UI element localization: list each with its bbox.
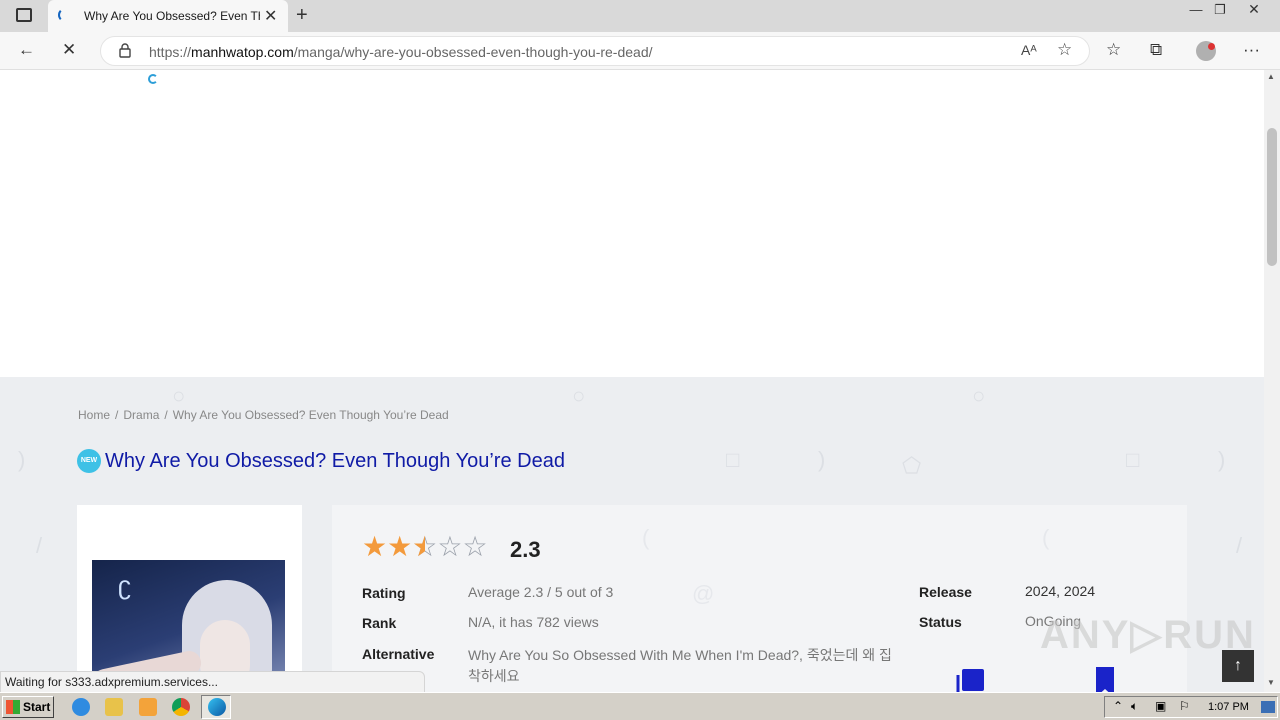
breadcrumb-separator: / — [115, 408, 119, 422]
url-text[interactable]: https://manhwatop.com/manga/why-are-you-… — [149, 44, 653, 60]
breadcrumb: Home / Drama / Why Are You Obsessed? Even Th… — [78, 408, 449, 422]
profile-avatar[interactable] — [1196, 41, 1216, 61]
decor-circle-icon: ○ — [972, 383, 986, 408]
star-filled-icon[interactable]: ★ — [362, 531, 387, 562]
breadcrumb-genre[interactable]: Drama — [123, 408, 159, 422]
action-center-flag-icon[interactable]: ⚐ — [1179, 699, 1190, 713]
add-favorite-icon[interactable]: ☆ — [1057, 40, 1072, 60]
back-to-top-button[interactable]: ↑ — [1222, 650, 1254, 682]
rank-label: Rank — [362, 615, 397, 631]
taskbar-clock[interactable]: 1:07 PM — [1208, 701, 1249, 713]
decor-circle-icon: ○ — [172, 383, 186, 408]
star-empty-icon[interactable]: ☆ — [437, 531, 462, 562]
title-row: NEW Why Are You Obsessed? Even Though You… — [77, 449, 565, 473]
release-label: Release — [919, 584, 972, 600]
star-half-icon[interactable]: ☆★ — [412, 530, 437, 563]
show-desktop-icon[interactable] — [1261, 701, 1275, 713]
tab-close-icon[interactable]: ✕ — [264, 6, 277, 26]
alternative-value-line1: Why Are You So Obsessed With Me When I'm… — [468, 647, 892, 663]
new-badge: NEW — [77, 449, 101, 473]
page-title: Why Are You Obsessed? Even Though You’re… — [105, 449, 565, 472]
decor-arc-icon: ) — [18, 447, 26, 472]
close-window-button[interactable]: ✕ — [1244, 1, 1264, 18]
chrome-icon[interactable] — [172, 698, 190, 716]
minimize-button[interactable]: — — [1186, 2, 1206, 17]
rating-value: Average 2.3 / 5 out of 3 — [468, 584, 614, 600]
tray-expand-icon[interactable]: ⌃ — [1113, 699, 1123, 713]
url-path: /manga/why-are-you-obsessed-even-though-… — [293, 44, 653, 60]
decor-circle-icon: ○ — [572, 383, 586, 408]
address-bar[interactable]: https://manhwatop.com/manga/why-are-you-… — [100, 36, 1090, 66]
read-first-chapter-icon[interactable] — [956, 667, 986, 692]
decor-square-icon: □ — [1126, 447, 1140, 472]
tab-strip: Why Are You Obsessed? Even Tho ✕ + — ❐ ✕ — [0, 0, 1280, 32]
page-scrollbar[interactable]: ▲ ▼ — [1264, 70, 1280, 692]
volume-icon[interactable]: 🔈︎ — [1131, 699, 1138, 714]
decor-spiral-icon: @ — [692, 581, 715, 606]
system-tray: ⌃ 🔈︎ ▣ ⚐ — [1104, 696, 1278, 718]
star-empty-icon[interactable]: ☆ — [462, 531, 487, 562]
url-prefix: https:// — [149, 44, 192, 60]
release-value[interactable]: 2024, 2024 — [1025, 583, 1095, 599]
status-label: Status — [919, 614, 962, 630]
network-icon[interactable]: ▣ — [1155, 699, 1166, 713]
read-aloud-icon[interactable]: Aᴬ — [1021, 42, 1037, 58]
scrollbar-thumb[interactable] — [1267, 128, 1277, 266]
ad-loading-spinner-icon — [148, 74, 158, 84]
profile-notification-dot — [1208, 43, 1215, 50]
lock-icon[interactable] — [119, 43, 131, 58]
back-arrow-icon[interactable]: ← — [18, 40, 35, 60]
stop-loading-icon[interactable]: ✕ — [62, 40, 76, 60]
rank-value: N/A, it has 782 views — [468, 614, 599, 630]
decor-arc-icon: ( — [642, 525, 650, 550]
media-player-icon[interactable] — [139, 698, 157, 716]
bookmark-icon[interactable] — [1096, 667, 1114, 692]
breadcrumb-separator: / — [164, 408, 168, 422]
rating-stars[interactable]: ★★☆★☆☆ — [362, 530, 488, 563]
page-viewport: ○ ○ ○ ) ) ) □ □ ⬠ / / Home / Drama / Why Are… — [0, 70, 1264, 692]
rating-label: Rating — [362, 585, 406, 601]
favorites-icon[interactable]: ☆ — [1106, 40, 1121, 60]
decor-square-icon: □ — [726, 447, 740, 472]
star-filled-icon[interactable]: ★ — [387, 531, 412, 562]
loading-icon — [58, 8, 72, 22]
edge-icon — [208, 698, 226, 716]
decor-slash-icon: / — [36, 533, 43, 558]
windows-logo-icon — [6, 700, 20, 714]
file-explorer-icon[interactable] — [105, 698, 123, 716]
tab-actions-icon[interactable] — [16, 8, 32, 22]
more-menu-icon[interactable]: ··· — [1243, 40, 1260, 60]
status-bar: Waiting for s333.adxpremium.services... — [0, 671, 425, 693]
alternative-label: Alternative — [362, 646, 435, 662]
new-tab-button[interactable]: + — [296, 4, 308, 27]
start-label: Start — [23, 700, 51, 714]
breadcrumb-home[interactable]: Home — [78, 408, 110, 422]
start-button[interactable]: Start — [2, 696, 54, 718]
decor-pentagon-icon: ⬠ — [902, 453, 922, 478]
scroll-down-arrow-icon[interactable]: ▼ — [1267, 678, 1275, 687]
restore-button[interactable]: ❐ — [1210, 2, 1230, 18]
collections-icon[interactable]: ⧉ — [1150, 40, 1162, 60]
info-card: ( ( @ ★★☆★☆☆ 2.3 Rating Average 2.3 / 5 … — [332, 505, 1187, 692]
scroll-up-arrow-icon[interactable]: ▲ — [1267, 72, 1275, 81]
internet-explorer-icon[interactable] — [72, 698, 90, 716]
breadcrumb-current: Why Are You Obsessed? Even Though You’re… — [172, 408, 449, 422]
decor-arc-icon: ) — [818, 447, 826, 472]
decor-arc-icon: ( — [1042, 525, 1050, 550]
browser-toolbar: ← ✕ https://manhwatop.com/manga/why-are-… — [0, 32, 1280, 70]
cover-swirl-icon: ʗ — [118, 570, 131, 600]
taskbar-edge-active[interactable] — [201, 695, 231, 719]
tab-active[interactable]: Why Are You Obsessed? Even Tho ✕ — [48, 0, 288, 32]
taskbar: Start ⌃ 🔈︎ ▣ ⚐ 1:07 PM — [0, 692, 1280, 720]
url-host: manhwatop.com — [191, 44, 294, 60]
decor-slash-icon: / — [1236, 533, 1243, 558]
rating-score: 2.3 — [510, 537, 541, 562]
cover-card: ʗ — [77, 505, 302, 692]
decor-arc-icon: ) — [1218, 447, 1226, 472]
alternative-value-line2: 착하세요 — [468, 668, 520, 684]
tab-title: Why Are You Obsessed? Even Tho — [84, 9, 260, 23]
